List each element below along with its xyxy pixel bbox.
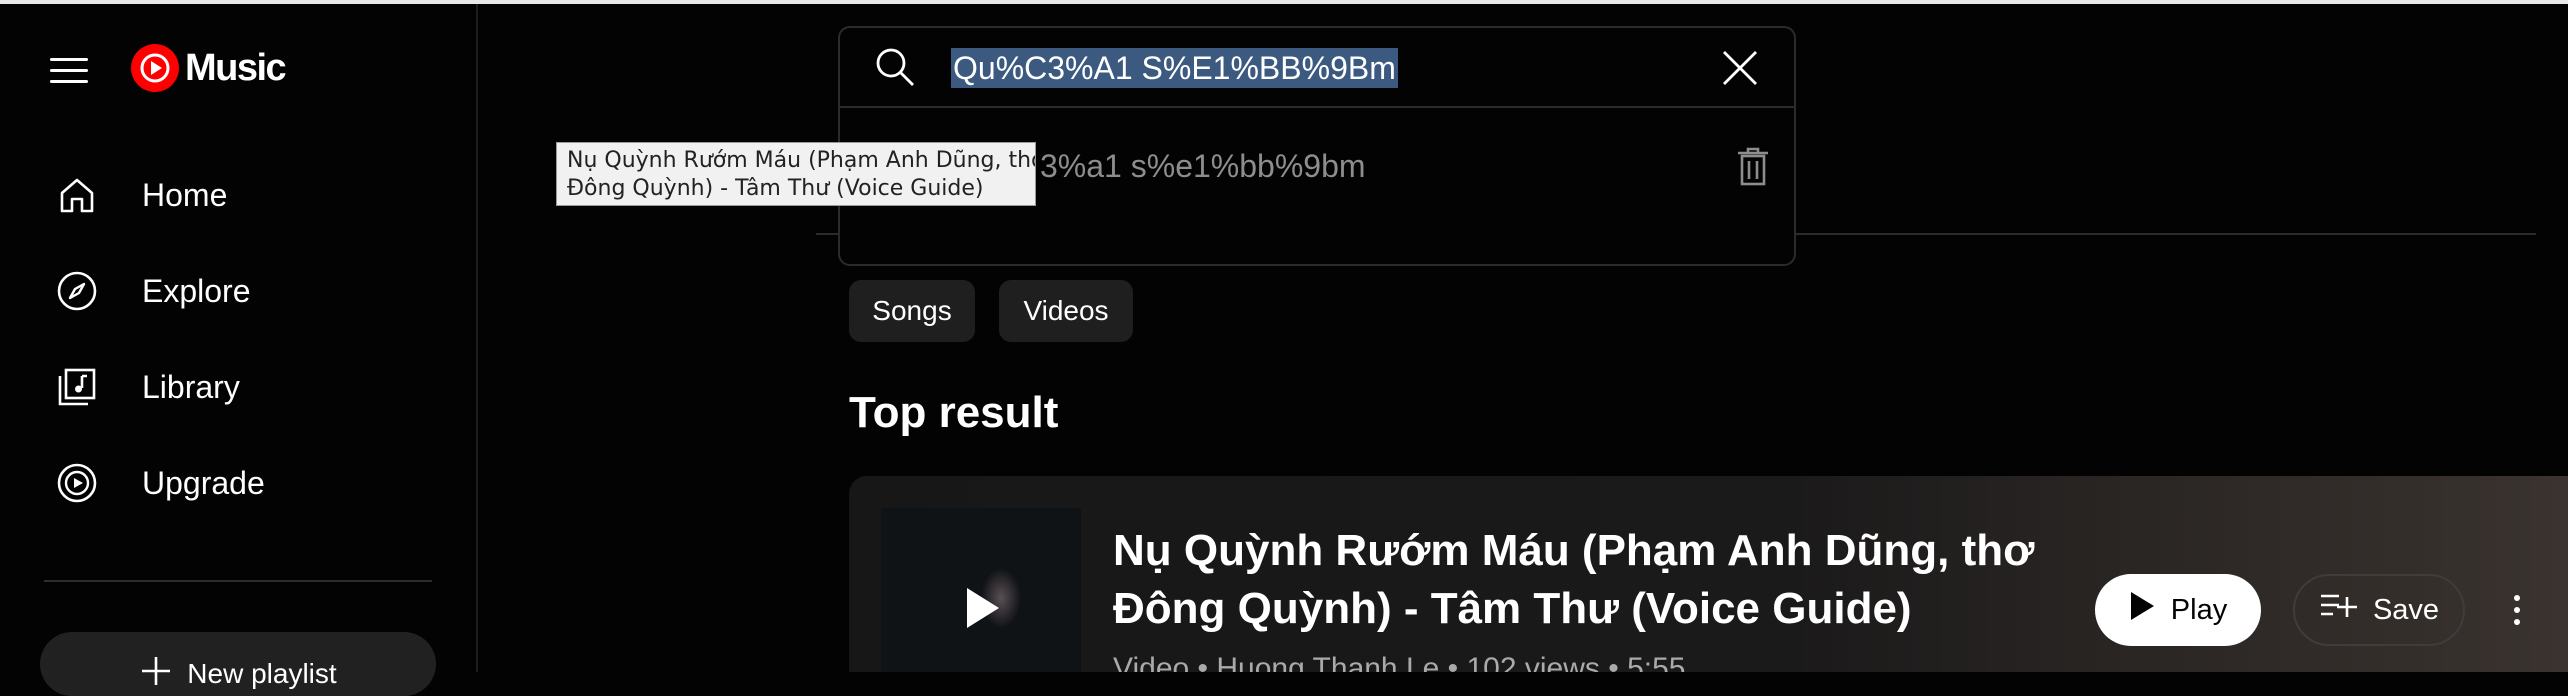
more-vert-icon — [2514, 595, 2520, 601]
chip-songs[interactable]: Songs — [849, 280, 975, 342]
youtube-music-logo[interactable]: Music — [131, 44, 287, 92]
playlist-add-icon — [2319, 591, 2359, 629]
search-input[interactable]: Qu%C3%A1 S%E1%BB%9Bm — [951, 48, 1398, 88]
sidebar-item-library[interactable]: Library — [54, 357, 240, 417]
top-result-subtitle: Video • Huong Thanh Le • 102 views • 5:5… — [1113, 652, 1686, 672]
sidebar-item-explore[interactable]: Explore — [54, 261, 251, 321]
upgrade-icon — [54, 460, 100, 506]
sidebar-item-label: Home — [142, 176, 228, 213]
top-result-thumbnail[interactable] — [881, 508, 1081, 672]
save-button[interactable]: Save — [2293, 574, 2465, 646]
home-icon — [54, 172, 100, 218]
search-icon[interactable] — [874, 46, 916, 93]
chip-videos[interactable]: Videos — [999, 280, 1133, 342]
sidebar-divider — [44, 580, 432, 582]
new-playlist-button[interactable]: New playlist — [40, 632, 436, 696]
play-button-label: Play — [2170, 593, 2228, 626]
more-options-button[interactable] — [2499, 584, 2535, 636]
search-input-row[interactable]: Qu%C3%A1 S%E1%BB%9Bm — [840, 28, 1794, 106]
trash-icon[interactable] — [1736, 146, 1770, 191]
play-icon — [957, 584, 1005, 637]
play-button[interactable]: Play — [2095, 574, 2261, 646]
play-icon — [2129, 591, 2155, 629]
hamburger-icon — [50, 58, 88, 61]
music-logo-icon — [131, 44, 179, 92]
sidebar-item-home[interactable]: Home — [54, 165, 227, 225]
save-button-label: Save — [2372, 593, 2440, 626]
new-playlist-label: New playlist — [187, 657, 337, 689]
section-title-top-result: Top result — [849, 388, 1059, 437]
sidebar-item-upgrade[interactable]: Upgrade — [54, 453, 265, 513]
sidebar-item-label: Library — [142, 368, 240, 405]
compass-icon — [54, 268, 100, 314]
sidebar-item-label: Upgrade — [142, 464, 265, 501]
close-icon[interactable] — [1720, 48, 1760, 93]
plus-icon — [139, 654, 173, 693]
tooltip: Nụ Quỳnh Rướm Máu (Phạm Anh Dũng, thơ Đô… — [556, 142, 1036, 206]
search-history-text: 3%a1 s%e1%bb%9bm — [1040, 148, 1366, 184]
logo-text: Music — [185, 46, 287, 89]
library-icon — [54, 364, 100, 410]
top-result-card[interactable]: Nụ Quỳnh Rướm Máu (Phạm Anh Dũng, thơ Đô… — [849, 476, 2568, 672]
top-result-title[interactable]: Nụ Quỳnh Rướm Máu (Phạm Anh Dũng, thơ Đô… — [1113, 522, 2053, 638]
menu-button[interactable] — [50, 54, 90, 86]
sidebar: Music Home Explore Library Upgrade New p… — [0, 4, 478, 696]
sidebar-item-label: Explore — [142, 272, 251, 309]
